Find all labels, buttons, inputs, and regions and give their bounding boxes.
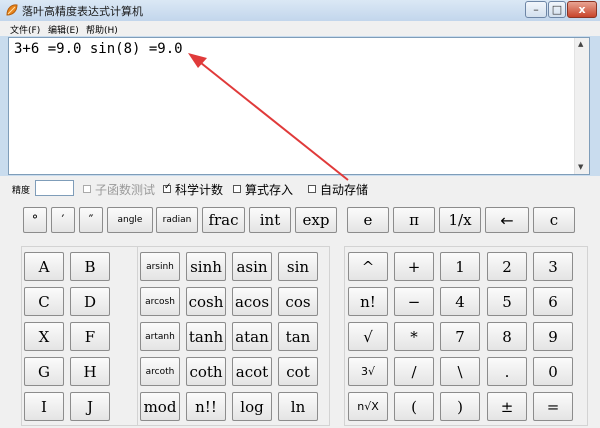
letter-j-button[interactable]: J bbox=[70, 392, 110, 421]
minute-button[interactable]: ′ bbox=[51, 207, 75, 233]
atan-button[interactable]: atan bbox=[232, 322, 272, 351]
maximize-button[interactable]: □ bbox=[548, 1, 566, 18]
letter-a-button[interactable]: A bbox=[24, 252, 64, 281]
angle-button[interactable]: angle bbox=[107, 207, 153, 233]
sqrt-button[interactable]: √ bbox=[348, 322, 388, 351]
arcosh-button[interactable]: arcosh bbox=[140, 287, 180, 316]
ln-button[interactable]: ln bbox=[278, 392, 318, 421]
cos-button[interactable]: cos bbox=[278, 287, 318, 316]
mod-button[interactable]: mod bbox=[140, 392, 180, 421]
menu-file[interactable]: 文件(F) bbox=[10, 23, 40, 36]
menu-help[interactable]: 帮助(H) bbox=[86, 23, 118, 36]
vertical-scrollbar[interactable]: ▲ ▼ bbox=[574, 38, 589, 174]
minus-button[interactable]: − bbox=[394, 287, 434, 316]
tan-button[interactable]: tan bbox=[278, 322, 318, 351]
coth-button[interactable]: coth bbox=[186, 357, 226, 386]
plus-minus-button[interactable]: ± bbox=[487, 392, 527, 421]
acos-button[interactable]: acos bbox=[232, 287, 272, 316]
nth-root-button[interactable]: n√X bbox=[348, 392, 388, 421]
letter-g-button[interactable]: G bbox=[24, 357, 64, 386]
multiply-button[interactable]: * bbox=[394, 322, 434, 351]
power-button[interactable]: ^ bbox=[348, 252, 388, 281]
reciprocal-button[interactable]: 1/x bbox=[439, 207, 481, 233]
menu-bar: 文件(F) 编辑(E) 帮助(H) bbox=[0, 21, 600, 36]
second-button[interactable]: ″ bbox=[79, 207, 103, 233]
auto-store-checkbox[interactable] bbox=[308, 185, 316, 193]
subfunc-test-label: 子函数测试 bbox=[95, 183, 156, 197]
factorial-button[interactable]: n! bbox=[348, 287, 388, 316]
divide-button[interactable]: / bbox=[394, 357, 434, 386]
letter-f-button[interactable]: F bbox=[70, 322, 110, 351]
digit-3-button[interactable]: 3 bbox=[533, 252, 573, 281]
open-paren-button[interactable]: ( bbox=[394, 392, 434, 421]
scroll-up-arrow-icon[interactable]: ▲ bbox=[578, 40, 583, 48]
scroll-down-arrow-icon[interactable]: ▼ bbox=[578, 163, 583, 171]
precision-input[interactable] bbox=[35, 180, 74, 196]
cube-root-button[interactable]: 3√ bbox=[348, 357, 388, 386]
frac-button[interactable]: frac bbox=[202, 207, 245, 233]
clear-button[interactable]: c bbox=[533, 207, 575, 233]
digit-6-button[interactable]: 6 bbox=[533, 287, 573, 316]
letter-x-button[interactable]: X bbox=[24, 322, 64, 351]
minimize-button[interactable]: – bbox=[525, 1, 547, 18]
letter-h-button[interactable]: H bbox=[70, 357, 110, 386]
digit-9-button[interactable]: 9 bbox=[533, 322, 573, 351]
precision-label: 精度 bbox=[12, 186, 31, 196]
decimal-point-button[interactable]: . bbox=[487, 357, 527, 386]
e-constant-button[interactable]: e bbox=[347, 207, 389, 233]
arsinh-button[interactable]: arsinh bbox=[140, 252, 180, 281]
log-button[interactable]: log bbox=[232, 392, 272, 421]
equals-button[interactable]: = bbox=[533, 392, 573, 421]
app-leaf-icon bbox=[6, 4, 18, 16]
options-bar: 精度 子函数测试 ✓ 科学计数 算式存入 自动存储 bbox=[0, 176, 600, 202]
digit-7-button[interactable]: 7 bbox=[440, 322, 480, 351]
digit-4-button[interactable]: 4 bbox=[440, 287, 480, 316]
sinh-button[interactable]: sinh bbox=[186, 252, 226, 281]
backspace-arrow-button[interactable]: ← bbox=[485, 207, 529, 233]
backslash-button[interactable]: \ bbox=[440, 357, 480, 386]
exp-button[interactable]: exp bbox=[295, 207, 337, 233]
digit-8-button[interactable]: 8 bbox=[487, 322, 527, 351]
title-bar: 落叶高精度表达式计算机 – □ x bbox=[0, 0, 600, 22]
check-mark-icon: ✓ bbox=[164, 182, 172, 192]
close-paren-button[interactable]: ) bbox=[440, 392, 480, 421]
scientific-checkbox[interactable]: ✓ bbox=[163, 182, 172, 193]
window-title: 落叶高精度表达式计算机 bbox=[22, 5, 143, 18]
letter-b-button[interactable]: B bbox=[70, 252, 110, 281]
acot-button[interactable]: acot bbox=[232, 357, 272, 386]
cosh-button[interactable]: cosh bbox=[186, 287, 226, 316]
radian-button[interactable]: radian bbox=[156, 207, 198, 233]
plus-button[interactable]: + bbox=[394, 252, 434, 281]
close-button[interactable]: x bbox=[567, 1, 597, 18]
digit-2-button[interactable]: 2 bbox=[487, 252, 527, 281]
letter-i-button[interactable]: I bbox=[24, 392, 64, 421]
auto-store-label: 自动存储 bbox=[320, 183, 369, 197]
double-factorial-button[interactable]: n!! bbox=[186, 392, 226, 421]
int-button[interactable]: int bbox=[249, 207, 291, 233]
digit-0-button[interactable]: 0 bbox=[533, 357, 573, 386]
subfunc-test-checkbox bbox=[83, 185, 91, 193]
scientific-label: 科学计数 bbox=[175, 183, 224, 197]
degree-button[interactable]: ° bbox=[23, 207, 47, 233]
digit-5-button[interactable]: 5 bbox=[487, 287, 527, 316]
menu-edit[interactable]: 编辑(E) bbox=[48, 23, 79, 36]
formula-store-label: 算式存入 bbox=[245, 183, 294, 197]
letter-c-button[interactable]: C bbox=[24, 287, 64, 316]
artanh-button[interactable]: artanh bbox=[140, 322, 180, 351]
digit-1-button[interactable]: 1 bbox=[440, 252, 480, 281]
asin-button[interactable]: asin bbox=[232, 252, 272, 281]
pi-button[interactable]: π bbox=[393, 207, 435, 233]
sin-button[interactable]: sin bbox=[278, 252, 318, 281]
letter-d-button[interactable]: D bbox=[70, 287, 110, 316]
formula-store-checkbox[interactable] bbox=[233, 185, 241, 193]
cot-button[interactable]: cot bbox=[278, 357, 318, 386]
tanh-button[interactable]: tanh bbox=[186, 322, 226, 351]
expression-display[interactable]: 3+6 =9.0 sin(8) =9.0 ▲ ▼ bbox=[8, 37, 590, 175]
expression-text: 3+6 =9.0 sin(8) =9.0 bbox=[14, 41, 183, 57]
keypad: ° ′ ″ angle radian frac int exp e π 1/x … bbox=[0, 202, 600, 428]
arcoth-button[interactable]: arcoth bbox=[140, 357, 180, 386]
